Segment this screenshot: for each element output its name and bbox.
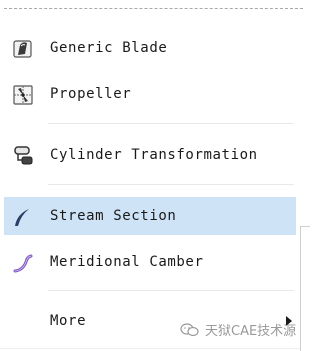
watermark: 天狱CAE技术源 [180, 320, 296, 339]
cylinder-transformation-icon [12, 145, 34, 167]
stream-section-icon [12, 206, 34, 228]
menu-item-label: Cylinder Transformation [50, 147, 258, 163]
menu-item-cylinder-transformation[interactable]: Cylinder Transformation [4, 136, 296, 174]
menu-bottom-border [0, 348, 303, 349]
menu-item-propeller[interactable]: Propeller [4, 75, 296, 113]
menu-item-generic-blade[interactable]: Generic Blade [4, 29, 296, 67]
tear-off-separator[interactable] [4, 8, 303, 9]
propeller-icon [12, 84, 34, 106]
wechat-logo-icon [180, 322, 200, 337]
menu-item-stream-section[interactable]: Stream Section [4, 197, 296, 235]
menu-item-label: Stream Section [50, 208, 177, 224]
menu-separator [48, 290, 294, 291]
menu-item-meridional-camber[interactable]: Meridional Camber [4, 243, 296, 281]
watermark-text: 天狱CAE技术源 [205, 324, 297, 339]
generic-blade-icon [12, 38, 34, 60]
menu-separator [48, 184, 294, 185]
meridional-camber-icon [12, 252, 34, 274]
menu-item-label: More [50, 313, 87, 329]
context-menu: Generic Blade Propeller Cylinder Transfo… [0, 0, 309, 350]
menu-item-label: Meridional Camber [50, 254, 204, 270]
adjacent-window-edge [300, 226, 310, 351]
menu-item-label: Propeller [50, 86, 132, 102]
menu-item-label: Generic Blade [50, 40, 168, 56]
menu-separator [48, 123, 294, 124]
